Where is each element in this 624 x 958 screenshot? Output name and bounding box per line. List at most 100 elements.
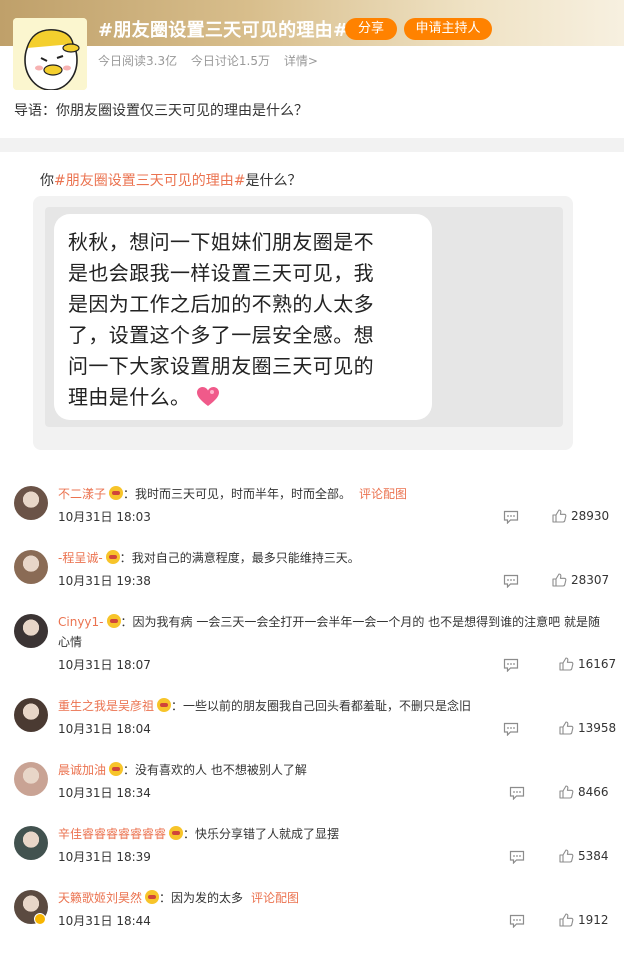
question-suffix: 是什么？	[245, 173, 302, 189]
commenter-avatar[interactable]	[14, 550, 48, 584]
comment-text: -程呈诚- ：我对自己的满意程度，最多只能维持三天。	[58, 548, 610, 568]
topic-header: #朋友圈设置三天可见的理由# 分享 申请主持人 今日阅读3.3亿 今日讨论1.5…	[0, 0, 624, 138]
reply-icon[interactable]	[503, 722, 519, 737]
commenter-avatar[interactable]	[14, 826, 48, 860]
reply-icon[interactable]	[503, 510, 519, 525]
commenter-name[interactable]: 重生之我是吴彦祖	[58, 699, 154, 713]
comment-colon: ：	[183, 827, 196, 841]
bubble-line: 是也会跟我一样设置三天可见，我	[68, 261, 374, 285]
details-link[interactable]: 详情>	[284, 54, 318, 68]
comment-time: 10月31日 18:04	[58, 722, 151, 736]
comment-body: 没有喜欢的人 也不想被别人了解	[135, 763, 307, 777]
bubble-line: 秋秋，想问一下姐妹们朋友圈是不	[68, 230, 374, 254]
like-count: 8466	[578, 785, 609, 799]
comment-time: 10月31日 18:39	[58, 850, 151, 864]
comment-image-link[interactable]: 评论配图	[251, 891, 299, 905]
bubble-line: 问一下大家设置朋友圈三天可见的	[68, 354, 374, 378]
apply-host-button[interactable]: 申请主持人	[404, 18, 492, 40]
thumbs-up-icon	[559, 785, 574, 799]
reply-icon[interactable]	[509, 850, 525, 865]
question-prefix: 你	[40, 173, 54, 189]
comment-text: 晨诚加油 ：没有喜欢的人 也不想被别人了解	[58, 760, 610, 780]
comment-time: 10月31日 18:44	[58, 914, 151, 928]
thumbs-up-icon	[559, 913, 574, 927]
commenter-avatar[interactable]	[14, 614, 48, 648]
comment-body: 因为发的太多	[171, 891, 244, 905]
thumbs-up-icon	[559, 721, 574, 735]
comment-text: Cinyy1- ：因为我有病 一会三天一会全打开一会半年一会一个月的 也不是想得到…	[58, 612, 610, 652]
comment-colon: ：	[123, 487, 136, 501]
commenter-avatar[interactable]	[14, 698, 48, 732]
comment-time: 10月31日 18:34	[58, 786, 151, 800]
message-bubble: 秋秋，想问一下姐妹们朋友圈是不 是也会跟我一样设置三天可见，我 是因为工作之后加…	[54, 214, 432, 420]
comment-body: 我对自己的满意程度，最多只能维持三天。	[131, 551, 360, 565]
comment-text: 辛佳睿睿睿睿睿睿睿 ：快乐分享错了人就成了显摆	[58, 824, 610, 844]
reply-icon[interactable]	[503, 574, 519, 589]
bubble-line: 是因为工作之后加的不熟的人太多	[68, 292, 374, 316]
topic-title: #朋友圈设置三天可见的理由#	[98, 20, 349, 41]
comment-colon: ：	[171, 699, 184, 713]
reply-icon[interactable]	[503, 658, 519, 673]
section-divider	[0, 138, 624, 152]
commenter-name[interactable]: 晨诚加油	[58, 763, 106, 777]
like-button[interactable]: 5384	[559, 849, 609, 865]
like-count: 1912	[578, 913, 609, 927]
comment-colon: ：	[119, 551, 132, 565]
comment-text: 天籁歌姬刘昊然 ：因为发的太多 评论配图	[58, 888, 610, 908]
commenter-name[interactable]: 天籁歌姬刘昊然	[58, 891, 142, 905]
comment-text: 重生之我是吴彦祖 ：一些以前的朋友圈我自己回头看都羞耻，不删只是念旧	[58, 696, 610, 716]
thumbs-up-icon	[559, 657, 574, 671]
user-emoji-icon	[109, 486, 124, 500]
comment-body: 因为我有病 一会三天一会全打开一会半年一会一个月的 也不是想得到谁的注意吧 就是…	[58, 615, 600, 649]
reply-icon[interactable]	[509, 786, 525, 801]
topic-intro: 导语：你朋友圈设置仅三天可见的理由是什么？	[14, 103, 308, 119]
heart-emoji-icon	[197, 387, 220, 406]
user-emoji-icon	[169, 826, 184, 840]
bubble-line: 理由是什么。	[68, 385, 191, 409]
thumbs-up-icon	[552, 509, 567, 523]
comment-time: 10月31日 18:03	[58, 510, 151, 524]
user-emoji-icon	[157, 698, 172, 712]
commenter-name[interactable]: Cinyy1-	[58, 615, 104, 629]
comment-body: 快乐分享错了人就成了显摆	[195, 827, 340, 841]
share-button[interactable]: 分享	[345, 18, 397, 40]
like-count: 5384	[578, 849, 609, 863]
user-emoji-icon	[145, 890, 160, 904]
like-button[interactable]: 1912	[559, 913, 609, 929]
comment-colon: ：	[123, 763, 136, 777]
comment-text: 不二漾子 ：我时而三天可见，时而半年，时而全部。 评论配图	[58, 484, 610, 504]
like-count: 13958	[578, 721, 617, 735]
reply-icon[interactable]	[509, 914, 525, 929]
comment-image-link[interactable]: 评论配图	[359, 487, 407, 501]
commenter-name[interactable]: 不二漾子	[58, 487, 106, 501]
commenter-name[interactable]: 辛佳睿睿睿睿睿睿睿	[58, 827, 166, 841]
question-hashtag[interactable]: #朋友圈设置三天可见的理由#	[54, 173, 245, 189]
like-button[interactable]: 13958	[559, 721, 616, 737]
comment-time: 10月31日 18:07	[58, 658, 151, 672]
like-button[interactable]: 8466	[559, 785, 609, 801]
user-emoji-icon	[106, 614, 121, 628]
bubble-line: 了，设置这个多了一层安全感。想	[68, 323, 374, 347]
like-count: 16167	[578, 657, 617, 671]
thumbs-up-icon	[559, 849, 574, 863]
like-button[interactable]: 28307	[552, 573, 609, 589]
like-count: 28307	[571, 573, 610, 587]
like-button[interactable]: 16167	[559, 657, 616, 673]
comment-colon: ：	[120, 615, 133, 629]
discussions-count: 今日讨论1.5万	[190, 54, 271, 68]
user-emoji-icon	[105, 550, 120, 564]
commenter-avatar[interactable]	[14, 486, 48, 520]
commenter-name[interactable]: -程呈诚-	[58, 551, 103, 565]
card-question: 你#朋友圈设置三天可见的理由#是什么？	[40, 170, 301, 190]
thumbs-up-icon	[552, 573, 567, 587]
like-button[interactable]: 28930	[552, 509, 609, 525]
comment-time: 10月31日 19:38	[58, 574, 151, 588]
topic-avatar	[13, 18, 87, 90]
comment-body: 一些以前的朋友圈我自己回头看都羞耻，不删只是念旧	[183, 699, 472, 713]
like-count: 28930	[571, 509, 610, 523]
reads-count: 今日阅读3.3亿	[98, 54, 178, 68]
user-emoji-icon	[109, 762, 124, 776]
topic-stats: 今日阅读3.3亿 今日讨论1.5万 详情>	[98, 52, 328, 69]
commenter-avatar[interactable]	[14, 762, 48, 796]
comment-body: 我时而三天可见，时而半年，时而全部。	[135, 487, 352, 501]
